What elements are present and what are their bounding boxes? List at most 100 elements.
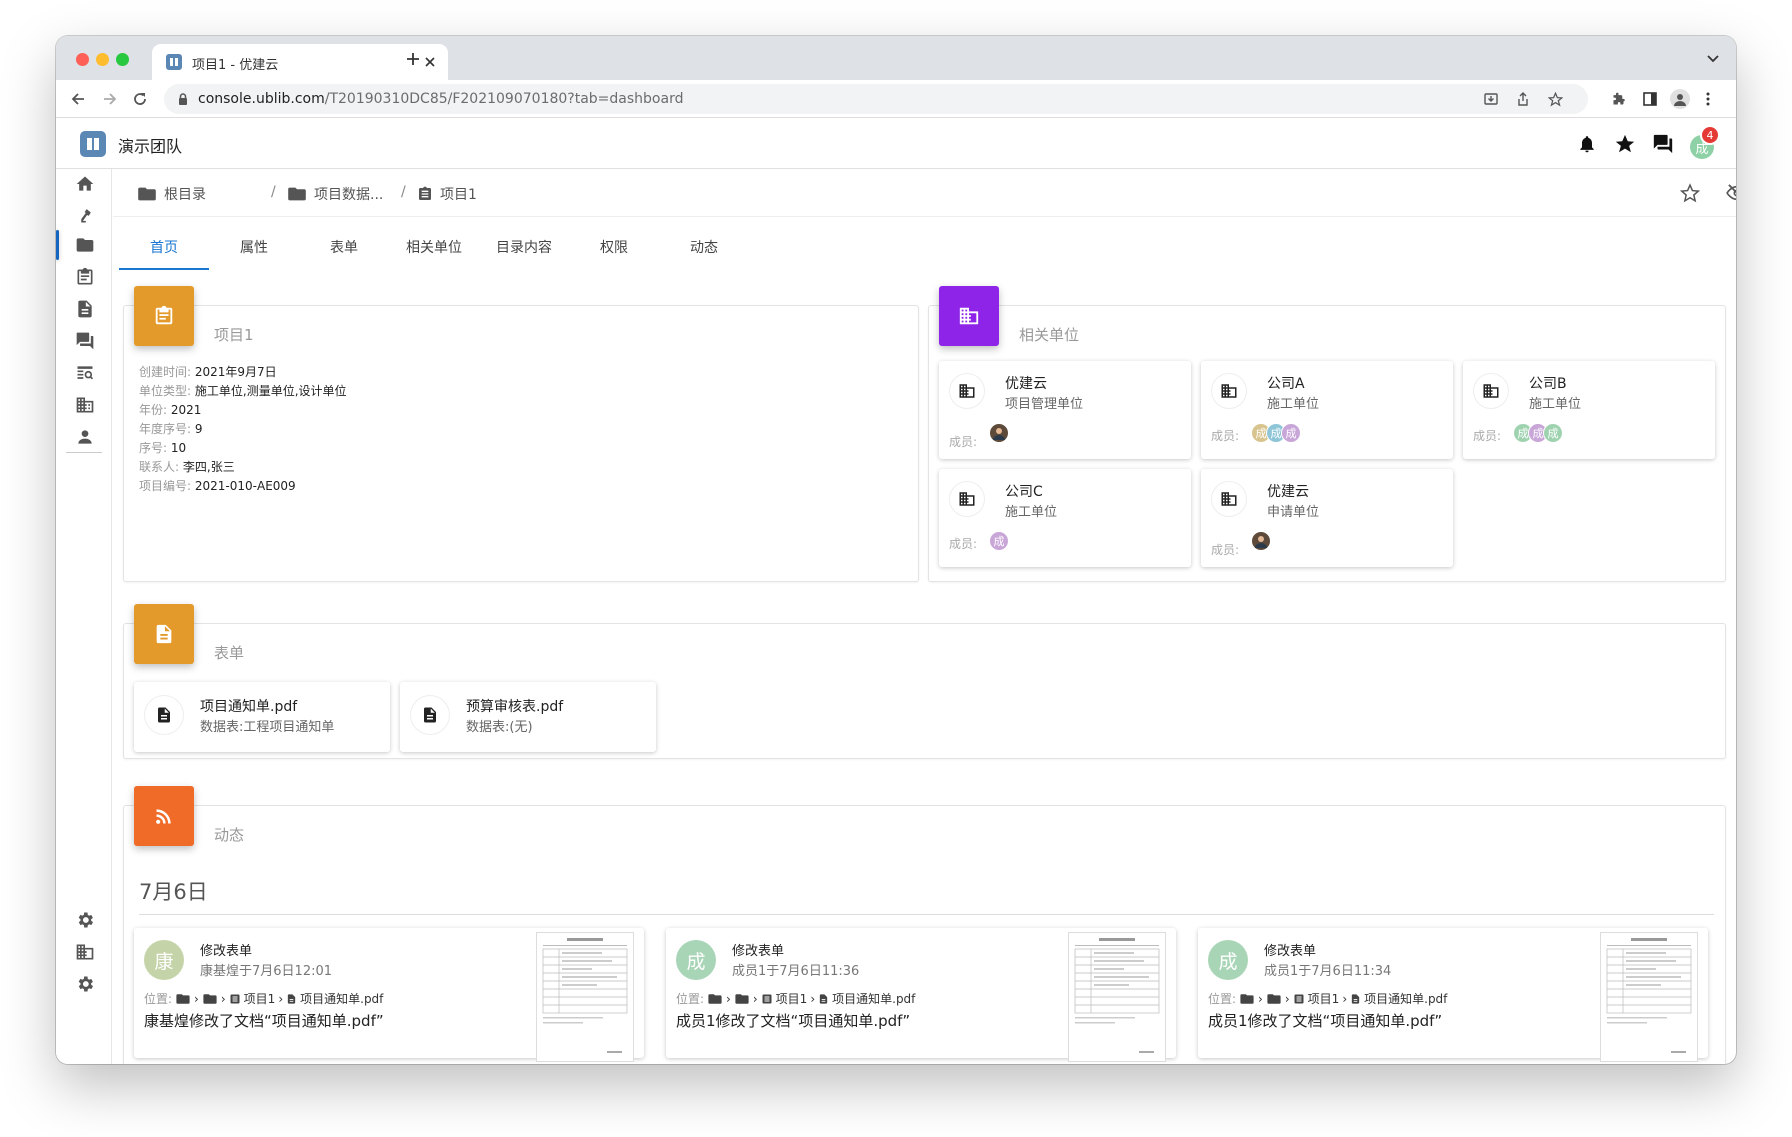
member-avatar[interactable]: 成: [1281, 423, 1301, 443]
tab-search-chevron-icon[interactable]: [1704, 50, 1722, 68]
building-icon: [949, 481, 985, 517]
building-icon: [1473, 373, 1509, 409]
member-label: 成员:: [1211, 543, 1240, 557]
browser-tab-bar: 项目1 - 优建云: [56, 36, 1736, 80]
profile-icon[interactable]: [1670, 89, 1690, 109]
activity-item[interactable]: 成 修改表单 成员1于7月6日11:36 位置: › › 项目1 › 项目通知单…: [666, 928, 1176, 1062]
document-icon: [410, 695, 450, 735]
field-year: 年份: 2021: [139, 403, 202, 417]
breadcrumb-current-label: 项目1: [440, 187, 477, 203]
sidebar-settings-icon[interactable]: [72, 907, 98, 933]
sidebar-forum-icon[interactable]: [72, 328, 98, 354]
tab-home[interactable]: 首页: [119, 237, 209, 257]
share-icon[interactable]: [1514, 90, 1532, 108]
user-avatar[interactable]: 成 4: [1688, 125, 1720, 161]
folder-icon: [176, 993, 190, 1004]
unit-card[interactable]: 优建云 项目管理单位 成员:: [939, 361, 1191, 459]
document-icon: [819, 993, 828, 1004]
reload-icon[interactable]: [130, 89, 150, 109]
breadcrumb: 根目录 / 项目数据... / 项目1: [113, 169, 1736, 217]
breadcrumb-separator: /: [271, 184, 276, 200]
document-thumbnail[interactable]: [1600, 932, 1698, 1062]
unit-card[interactable]: 优建云 申请单位 成员:: [1201, 469, 1453, 567]
forms-title: 表单: [214, 644, 245, 662]
member-avatar[interactable]: [989, 423, 1009, 443]
extensions-icon[interactable]: [1608, 89, 1628, 109]
notifications-bell-icon[interactable]: [1574, 131, 1600, 157]
activity-location: 位置: › › 项目1 › 项目通知单.pdf: [144, 991, 384, 1007]
related-units-card: 相关单位 优建云 项目管理单位 成员: 公司A 施工单位 成员: 成 成 成 公…: [928, 286, 1726, 582]
document-thumbnail[interactable]: [1068, 932, 1166, 1062]
activity-meta: 成员1于7月6日11:34: [1264, 964, 1392, 979]
unit-card[interactable]: 公司B 施工单位 成员: 成 成 成: [1463, 361, 1715, 459]
folder-icon: [735, 993, 749, 1004]
team-name[interactable]: 演示团队: [118, 133, 182, 157]
sidebar-person-icon[interactable]: [72, 424, 98, 450]
sidebar-search-document-icon[interactable]: [72, 360, 98, 386]
unwatch-eye-icon[interactable]: [1725, 182, 1736, 204]
member-avatar[interactable]: 成: [989, 531, 1009, 551]
tab-activity[interactable]: 动态: [659, 237, 749, 257]
form-file-card[interactable]: 预算审核表.pdf 数据表:(无): [400, 682, 656, 752]
project-icon: [762, 994, 772, 1003]
form-file-card[interactable]: 项目通知单.pdf 数据表:工程项目通知单: [134, 682, 390, 752]
field-unit-type: 单位类型: 施工单位,测量单位,设计单位: [139, 384, 347, 398]
team-logo-icon[interactable]: [80, 131, 106, 157]
member-label: 成员:: [949, 435, 978, 449]
member-avatar[interactable]: 成: [1543, 423, 1563, 443]
document-icon: [1351, 993, 1360, 1004]
messages-icon[interactable]: [1650, 131, 1676, 157]
sidebar-lamp-icon[interactable]: [72, 202, 98, 228]
unit-name: 公司A: [1267, 376, 1305, 392]
unit-name: 公司B: [1529, 376, 1567, 392]
tab-related-units[interactable]: 相关单位: [389, 237, 479, 257]
breadcrumb-current[interactable]: 项目1: [417, 184, 477, 204]
folder-icon: [1240, 993, 1254, 1004]
close-window-button[interactable]: [76, 53, 89, 66]
favorites-star-icon[interactable]: [1612, 131, 1638, 157]
date-divider: [139, 914, 1714, 915]
sidebar-active-indicator: [56, 230, 59, 260]
tab-properties[interactable]: 属性: [209, 237, 299, 257]
tab-directory-content[interactable]: 目录内容: [479, 237, 569, 257]
sidebar-clipboard-icon[interactable]: [72, 264, 98, 290]
browser-menu-icon[interactable]: [1700, 89, 1716, 109]
activity-item[interactable]: 康 修改表单 康基煌于7月6日12:01 位置: › › 项目1 › 项目通知单…: [134, 928, 644, 1062]
sidebar-home-icon[interactable]: [72, 171, 98, 197]
new-tab-icon[interactable]: [402, 48, 424, 70]
address-bar[interactable]: console.ublib.com/T20190310DC85/F2021090…: [164, 84, 1588, 114]
document-thumbnail[interactable]: [536, 932, 634, 1062]
field-contacts: 联系人: 李四,张三: [139, 460, 235, 474]
favorite-star-icon[interactable]: [1679, 182, 1701, 204]
member-avatar[interactable]: [1251, 531, 1271, 551]
units-title: 相关单位: [1019, 326, 1080, 344]
tab-permissions[interactable]: 权限: [569, 237, 659, 257]
breadcrumb-root[interactable]: 根目录: [137, 184, 206, 204]
document-icon: [144, 695, 184, 735]
notification-badge: 4: [1700, 125, 1720, 145]
sidebar-document-icon[interactable]: [72, 296, 98, 322]
install-app-icon[interactable]: [1482, 90, 1500, 108]
unit-card[interactable]: 公司C 施工单位 成员: 成: [939, 469, 1191, 567]
unit-role: 项目管理单位: [1005, 397, 1084, 412]
maximize-window-button[interactable]: [116, 53, 129, 66]
unit-role: 施工单位: [1267, 397, 1320, 412]
unit-role: 施工单位: [1529, 397, 1582, 412]
bookmark-star-icon[interactable]: [1546, 90, 1564, 108]
sidebar-system-settings-icon[interactable]: [72, 971, 98, 997]
forward-arrow-icon[interactable]: [100, 89, 120, 109]
sidebar-building-icon[interactable]: [72, 392, 98, 418]
activity-card: 动态 7月6日 康 修改表单 康基煌于7月6日12:01 位置: › › 项目1…: [123, 786, 1726, 1064]
unit-card[interactable]: 公司A 施工单位 成员: 成 成 成: [1201, 361, 1453, 459]
close-tab-icon[interactable]: [422, 54, 438, 70]
back-arrow-icon[interactable]: [68, 89, 88, 109]
sidebar-folder-icon[interactable]: [72, 232, 98, 258]
tab-forms[interactable]: 表单: [299, 237, 389, 257]
activity-item[interactable]: 成 修改表单 成员1于7月6日11:34 位置: › › 项目1 › 项目通知单…: [1198, 928, 1708, 1062]
url-text: console.ublib.com/T20190310DC85/F2021090…: [198, 91, 684, 107]
minimize-window-button[interactable]: [96, 53, 109, 66]
sidebar-organization-icon[interactable]: [72, 939, 98, 965]
breadcrumb-folder[interactable]: 项目数据...: [287, 184, 383, 204]
side-panel-icon[interactable]: [1640, 89, 1660, 109]
breadcrumb-separator: /: [401, 184, 406, 200]
